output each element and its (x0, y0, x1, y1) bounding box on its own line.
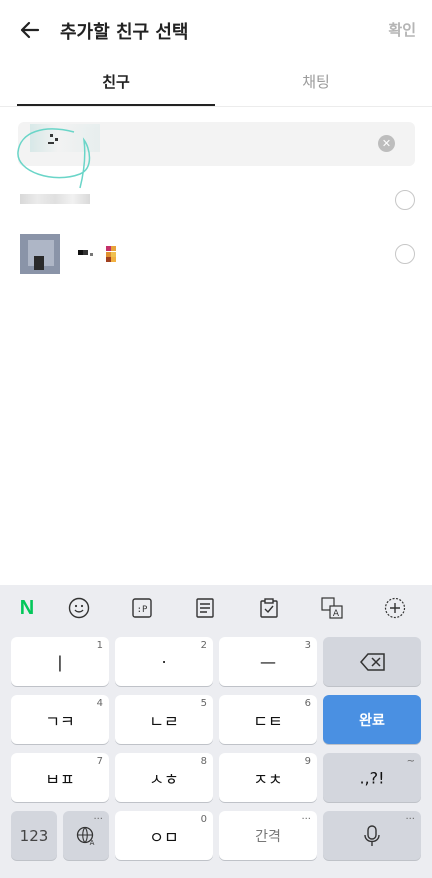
voice-input-key[interactable]: ··· (323, 811, 421, 860)
add-icon[interactable] (383, 596, 407, 620)
key-giyeok[interactable]: 4 ㄱㅋ (11, 695, 109, 744)
key-siot[interactable]: 8 ㅅㅎ (115, 753, 213, 802)
clipboard-check-icon[interactable] (257, 596, 281, 620)
key-nieun[interactable]: 5 ㄴㄹ (115, 695, 213, 744)
microphone-icon (364, 824, 380, 846)
emoticon-icon[interactable]: :P (130, 596, 154, 620)
key-ieung[interactable]: 0 ㅇㅁ (115, 811, 213, 860)
tab-chats[interactable]: 채팅 (217, 60, 415, 106)
friend-name-blurred (20, 194, 90, 204)
space-key[interactable]: ··· 간격 (219, 811, 317, 860)
tab-friends[interactable]: 친구 (17, 60, 215, 106)
friend-list-item[interactable] (0, 232, 432, 276)
numbers-key[interactable]: 123 (11, 811, 57, 860)
clipboard-text-icon[interactable] (193, 596, 217, 620)
friend-name-blurred (78, 244, 128, 262)
select-radio[interactable] (395, 190, 415, 210)
key-vowel-eu[interactable]: 3— (219, 637, 317, 686)
backspace-icon (360, 652, 385, 671)
done-key[interactable]: 완료 (323, 695, 421, 744)
key-vowel-dot[interactable]: 2 · (115, 637, 213, 686)
key-bieup[interactable]: 7 ㅂㅍ (11, 753, 109, 802)
svg-text:A: A (333, 609, 340, 619)
svg-text::P: :P (137, 605, 148, 615)
backspace-key[interactable] (323, 637, 421, 686)
globe-icon: A (76, 826, 95, 846)
punctuation-key[interactable]: ~.,?! (323, 753, 421, 802)
key-vowel-i[interactable]: 1 | (11, 637, 109, 686)
confirm-button[interactable]: 확인 (388, 19, 416, 40)
clear-icon[interactable]: ✕ (378, 135, 395, 152)
avatar (20, 234, 60, 274)
keyboard: N :P A 1 | 2 · 3— 4 ㄱㅋ 5 ㄴㄹ 6 ㄷㅌ 완료 7 ㅂㅍ 8 ㅅㅎ 9… (0, 585, 432, 878)
translate-icon[interactable]: A (320, 596, 344, 620)
language-key[interactable]: ··· A (63, 811, 109, 860)
key-digeut[interactable]: 6 ㄷㅌ (219, 695, 317, 744)
app-header: 추가할 친구 선택 확인 (0, 0, 432, 60)
keyboard-toolbar: N :P A (0, 585, 432, 631)
svg-text:A: A (90, 839, 95, 846)
key-jieut[interactable]: 9 ㅈㅊ (219, 753, 317, 802)
back-arrow-icon[interactable] (16, 16, 44, 44)
friend-list-item[interactable] (0, 178, 432, 222)
select-radio[interactable] (395, 244, 415, 264)
emoji-icon[interactable] (67, 596, 91, 620)
naver-logo-icon[interactable]: N (15, 596, 39, 620)
tab-bar: 친구 채팅 (0, 60, 432, 107)
page-title: 추가할 친구 선택 (60, 22, 189, 43)
